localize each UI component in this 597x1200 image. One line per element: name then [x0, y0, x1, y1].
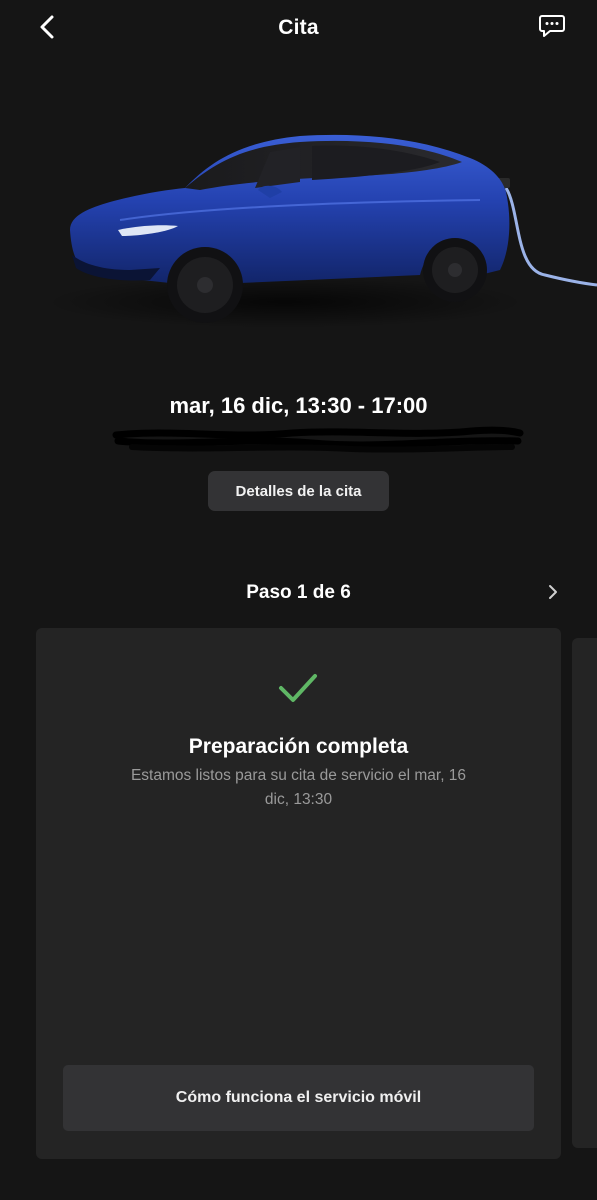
next-step-card[interactable] — [572, 638, 597, 1148]
appointment-details-button[interactable]: Detalles de la cita — [208, 471, 389, 511]
mobile-service-info-button[interactable]: Cómo funciona el servicio móvil — [63, 1065, 534, 1131]
vehicle-image — [0, 70, 597, 360]
step-indicator: Paso 1 de 6 — [0, 580, 597, 610]
appointment-time: mar, 16 dic, 13:30 - 17:00 — [169, 393, 428, 418]
step-label: Paso 1 de 6 — [246, 582, 351, 603]
chat-bubble-icon — [539, 15, 565, 37]
car-illustration — [45, 134, 597, 328]
header: Cita — [0, 0, 597, 58]
step-card: Preparación completa Estamos listos para… — [36, 628, 561, 1159]
chevron-right-icon — [549, 585, 557, 599]
card-description: Estamos listos para su cita de servicio … — [130, 767, 467, 808]
next-step-button[interactable] — [541, 580, 565, 604]
redacted-address — [112, 425, 524, 455]
chat-button[interactable] — [534, 10, 570, 42]
page-title: Cita — [278, 16, 319, 39]
card-title: Preparación completa — [188, 735, 409, 758]
checkmark-icon — [276, 668, 320, 708]
